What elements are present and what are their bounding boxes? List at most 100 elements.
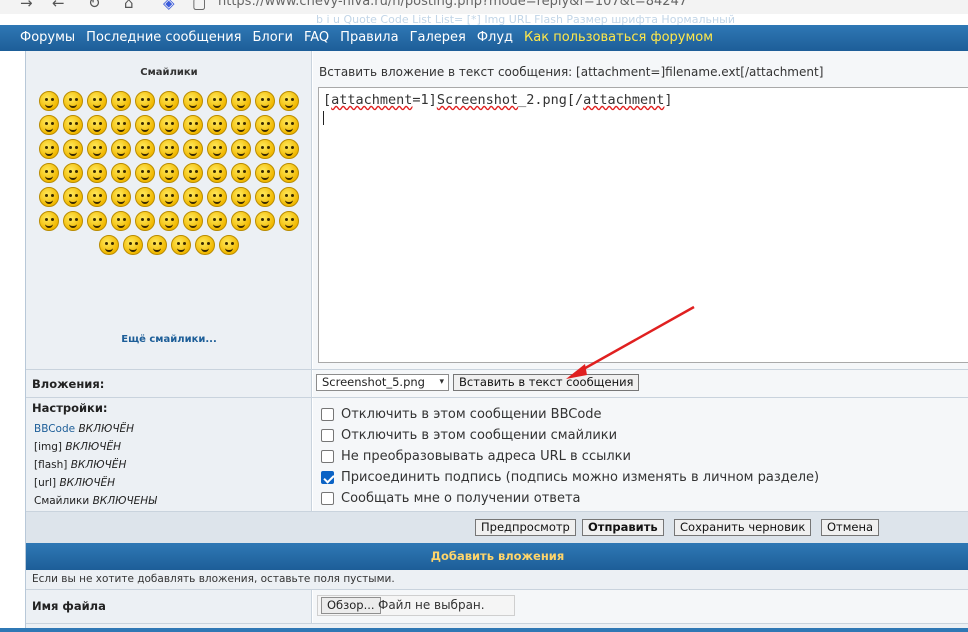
smiley-icon[interactable] bbox=[207, 187, 227, 207]
save-draft-button[interactable]: Сохранить черновик bbox=[674, 519, 812, 536]
smiley-icon[interactable] bbox=[207, 91, 227, 111]
nav-item-latest[interactable]: Последние сообщения bbox=[86, 30, 241, 45]
smiley-icon[interactable] bbox=[207, 115, 227, 135]
option-disable-bbcode[interactable]: Отключить в этом сообщении BBCode bbox=[321, 404, 819, 425]
smiley-icon[interactable] bbox=[279, 91, 299, 111]
nav-item-gallery[interactable]: Галерея bbox=[410, 30, 466, 45]
smiley-icon[interactable] bbox=[279, 115, 299, 135]
smiley-icon[interactable] bbox=[183, 139, 203, 159]
smiley-icon[interactable] bbox=[207, 163, 227, 183]
smiley-icon[interactable] bbox=[231, 91, 251, 111]
submit-button[interactable]: Отправить bbox=[582, 519, 664, 536]
smiley-icon[interactable] bbox=[231, 163, 251, 183]
smiley-icon[interactable] bbox=[135, 139, 155, 159]
option-notify[interactable]: Сообщать мне о получении ответа bbox=[321, 488, 819, 509]
url-text[interactable]: https://www.chevy-niva.ru/h/posting.php?… bbox=[218, 0, 687, 9]
smiley-icon[interactable] bbox=[159, 115, 179, 135]
checkbox[interactable] bbox=[321, 450, 334, 463]
nav-item-faq[interactable]: FAQ bbox=[304, 30, 329, 45]
smiley-icon[interactable] bbox=[63, 115, 83, 135]
smiley-icon[interactable] bbox=[171, 235, 191, 255]
nav-item-rules[interactable]: Правила bbox=[340, 30, 398, 45]
smiley-icon[interactable] bbox=[159, 187, 179, 207]
smiley-icon[interactable] bbox=[39, 211, 59, 231]
option-disable-smilies[interactable]: Отключить в этом сообщении смайлики bbox=[321, 425, 819, 446]
more-smilies-link[interactable]: Ещё смайлики... bbox=[26, 334, 312, 345]
smiley-icon[interactable] bbox=[183, 187, 203, 207]
smiley-icon[interactable] bbox=[39, 115, 59, 135]
smiley-icon[interactable] bbox=[87, 139, 107, 159]
smiley-icon[interactable] bbox=[231, 139, 251, 159]
smiley-icon[interactable] bbox=[183, 211, 203, 231]
smiley-icon[interactable] bbox=[111, 163, 131, 183]
smiley-icon[interactable] bbox=[159, 211, 179, 231]
forward-icon[interactable]: → bbox=[20, 0, 33, 12]
smiley-icon[interactable] bbox=[255, 139, 275, 159]
smiley-icon[interactable] bbox=[39, 163, 59, 183]
browse-button[interactable]: Обзор... bbox=[321, 597, 381, 614]
smiley-icon[interactable] bbox=[111, 115, 131, 135]
smiley-icon[interactable] bbox=[87, 115, 107, 135]
option-disable-url[interactable]: Не преобразовывать адреса URL в ссылки bbox=[321, 446, 819, 467]
smiley-icon[interactable] bbox=[135, 91, 155, 111]
nav-item-howto[interactable]: Как пользоваться форумом bbox=[524, 30, 713, 45]
smiley-icon[interactable] bbox=[183, 91, 203, 111]
smiley-icon[interactable] bbox=[147, 235, 167, 255]
smiley-icon[interactable] bbox=[39, 91, 59, 111]
smiley-icon[interactable] bbox=[183, 163, 203, 183]
smiley-icon[interactable] bbox=[63, 91, 83, 111]
smiley-icon[interactable] bbox=[255, 187, 275, 207]
smiley-icon[interactable] bbox=[63, 187, 83, 207]
smiley-icon[interactable] bbox=[63, 211, 83, 231]
option-attach-signature[interactable]: Присоединить подпись (подпись можно изме… bbox=[321, 467, 819, 488]
smiley-icon[interactable] bbox=[39, 139, 59, 159]
smiley-icon[interactable] bbox=[111, 211, 131, 231]
smiley-icon[interactable] bbox=[159, 91, 179, 111]
smiley-icon[interactable] bbox=[87, 163, 107, 183]
smiley-icon[interactable] bbox=[183, 115, 203, 135]
smiley-icon[interactable] bbox=[63, 163, 83, 183]
smiley-icon[interactable] bbox=[255, 163, 275, 183]
smiley-icon[interactable] bbox=[135, 211, 155, 231]
nav-item-blogs[interactable]: Блоги bbox=[253, 30, 293, 45]
nav-item-forums[interactable]: Форумы bbox=[20, 30, 75, 45]
smiley-icon[interactable] bbox=[99, 235, 119, 255]
smiley-icon[interactable] bbox=[111, 91, 131, 111]
smiley-icon[interactable] bbox=[135, 163, 155, 183]
smiley-icon[interactable] bbox=[87, 187, 107, 207]
checkbox[interactable] bbox=[321, 429, 334, 442]
smiley-icon[interactable] bbox=[279, 187, 299, 207]
home-icon[interactable]: ⌂ bbox=[124, 0, 134, 12]
smiley-icon[interactable] bbox=[123, 235, 143, 255]
insert-attachment-button[interactable]: Вставить в текст сообщения bbox=[453, 374, 640, 391]
smiley-icon[interactable] bbox=[135, 187, 155, 207]
smiley-icon[interactable] bbox=[279, 139, 299, 159]
smiley-icon[interactable] bbox=[111, 187, 131, 207]
smiley-icon[interactable] bbox=[219, 235, 239, 255]
smiley-icon[interactable] bbox=[231, 187, 251, 207]
checkbox[interactable] bbox=[321, 492, 334, 505]
smiley-icon[interactable] bbox=[195, 235, 215, 255]
bbcode-link[interactable]: BBCode bbox=[34, 423, 75, 435]
smiley-icon[interactable] bbox=[87, 91, 107, 111]
smiley-icon[interactable] bbox=[279, 163, 299, 183]
checkbox-checked[interactable] bbox=[321, 471, 334, 484]
smiley-icon[interactable] bbox=[231, 211, 251, 231]
smiley-icon[interactable] bbox=[207, 139, 227, 159]
file-input[interactable]: Обзор... Файл не выбран. bbox=[317, 595, 515, 616]
smiley-icon[interactable] bbox=[207, 211, 227, 231]
smiley-icon[interactable] bbox=[159, 139, 179, 159]
cancel-button[interactable]: Отмена bbox=[821, 519, 880, 536]
smiley-icon[interactable] bbox=[111, 139, 131, 159]
preview-button[interactable]: Предпросмотр bbox=[475, 519, 576, 536]
smiley-icon[interactable] bbox=[255, 115, 275, 135]
back-icon[interactable]: ← bbox=[52, 0, 65, 12]
smiley-icon[interactable] bbox=[135, 115, 155, 135]
smiley-icon[interactable] bbox=[279, 211, 299, 231]
smiley-icon[interactable] bbox=[159, 163, 179, 183]
reload-icon[interactable]: ↻ bbox=[88, 0, 101, 12]
smiley-icon[interactable] bbox=[231, 115, 251, 135]
smiley-icon[interactable] bbox=[255, 211, 275, 231]
attachment-select[interactable]: Screenshot_5.png ▾ bbox=[316, 374, 449, 391]
message-textarea[interactable]: [attachment=1]Screenshot_2.png[/attachme… bbox=[318, 87, 968, 363]
